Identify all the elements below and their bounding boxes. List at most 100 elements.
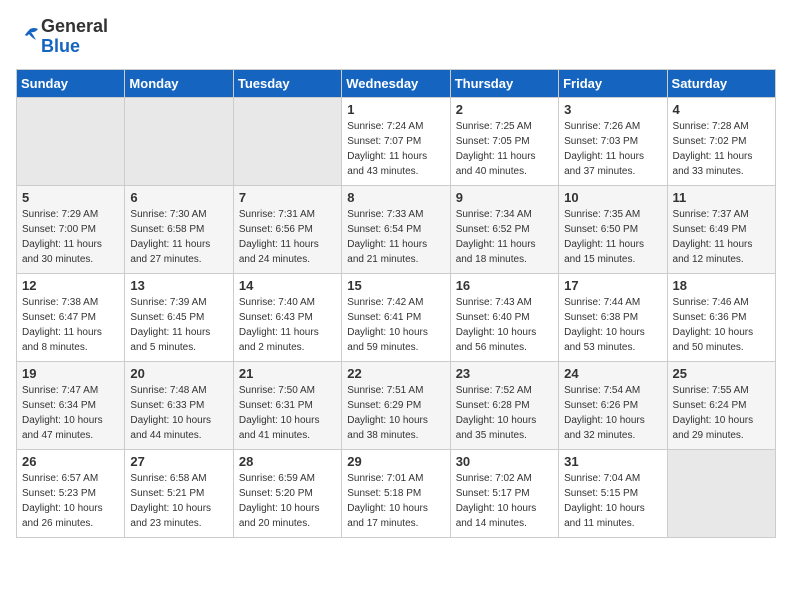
day-info: Sunrise: 6:58 AMSunset: 5:21 PMDaylight:… xyxy=(130,471,227,531)
logo: General Blue xyxy=(16,16,108,57)
calendar-cell: 3 Sunrise: 7:26 AMSunset: 7:03 PMDaylight… xyxy=(559,98,667,186)
calendar-cell: 22 Sunrise: 7:51 AMSunset: 6:29 PMDayligh… xyxy=(342,362,450,450)
day-number: 6 xyxy=(130,190,227,205)
day-info: Sunrise: 6:59 AMSunset: 5:20 PMDaylight:… xyxy=(239,471,336,531)
calendar-cell: 28 Sunrise: 6:59 AMSunset: 5:20 PMDayligh… xyxy=(233,450,341,538)
calendar-week-row: 5 Sunrise: 7:29 AMSunset: 7:00 PMDaylight… xyxy=(17,186,776,274)
logo-bird-icon xyxy=(16,26,38,48)
day-number: 14 xyxy=(239,278,336,293)
day-info: Sunrise: 7:24 AMSunset: 7:07 PMDaylight:… xyxy=(347,119,444,179)
calendar-cell xyxy=(233,98,341,186)
calendar-cell: 15 Sunrise: 7:42 AMSunset: 6:41 PMDayligh… xyxy=(342,274,450,362)
day-info: Sunrise: 7:25 AMSunset: 7:05 PMDaylight:… xyxy=(456,119,553,179)
logo-container: General Blue xyxy=(16,16,108,57)
calendar-cell: 31Sunrise: 7:04 AMSunset: 5:15 PMDayligh… xyxy=(559,450,667,538)
calendar-cell: 26 Sunrise: 6:57 AMSunset: 5:23 PMDayligh… xyxy=(17,450,125,538)
day-number: 23 xyxy=(456,366,553,381)
day-info: Sunrise: 7:42 AMSunset: 6:41 PMDaylight:… xyxy=(347,295,444,355)
day-number: 18 xyxy=(673,278,770,293)
day-info: Sunrise: 7:51 AMSunset: 6:29 PMDaylight:… xyxy=(347,383,444,443)
day-info: Sunrise: 7:33 AMSunset: 6:54 PMDaylight:… xyxy=(347,207,444,267)
calendar-cell: 7 Sunrise: 7:31 AMSunset: 6:56 PMDaylight… xyxy=(233,186,341,274)
calendar-cell: 17 Sunrise: 7:44 AMSunset: 6:38 PMDayligh… xyxy=(559,274,667,362)
day-number: 22 xyxy=(347,366,444,381)
day-info: Sunrise: 7:40 AMSunset: 6:43 PMDaylight:… xyxy=(239,295,336,355)
weekday-header-monday: Monday xyxy=(125,70,233,98)
day-number: 29 xyxy=(347,454,444,469)
weekday-header-saturday: Saturday xyxy=(667,70,775,98)
calendar-week-row: 19 Sunrise: 7:47 AMSunset: 6:34 PMDayligh… xyxy=(17,362,776,450)
day-info: Sunrise: 6:57 AMSunset: 5:23 PMDaylight:… xyxy=(22,471,119,531)
weekday-header-row: SundayMondayTuesdayWednesdayThursdayFrid… xyxy=(17,70,776,98)
logo-blue-text: Blue xyxy=(41,36,80,56)
day-number: 12 xyxy=(22,278,119,293)
weekday-header-thursday: Thursday xyxy=(450,70,558,98)
calendar-cell: 20Sunrise: 7:48 AMSunset: 6:33 PMDayligh… xyxy=(125,362,233,450)
page-header: General Blue xyxy=(16,16,776,57)
day-number: 27 xyxy=(130,454,227,469)
calendar-cell: 25 Sunrise: 7:55 AMSunset: 6:24 PMDayligh… xyxy=(667,362,775,450)
calendar-cell: 21 Sunrise: 7:50 AMSunset: 6:31 PMDayligh… xyxy=(233,362,341,450)
calendar-table: SundayMondayTuesdayWednesdayThursdayFrid… xyxy=(16,69,776,538)
day-number: 2 xyxy=(456,102,553,117)
calendar-cell: 16 Sunrise: 7:43 AMSunset: 6:40 PMDayligh… xyxy=(450,274,558,362)
weekday-header-tuesday: Tuesday xyxy=(233,70,341,98)
day-number: 17 xyxy=(564,278,661,293)
day-number: 10 xyxy=(564,190,661,205)
calendar-cell: 1Sunrise: 7:24 AMSunset: 7:07 PMDaylight… xyxy=(342,98,450,186)
calendar-cell: 14 Sunrise: 7:40 AMSunset: 6:43 PMDayligh… xyxy=(233,274,341,362)
day-info: Sunrise: 7:02 AMSunset: 5:17 PMDaylight:… xyxy=(456,471,553,531)
calendar-cell xyxy=(667,450,775,538)
day-info: Sunrise: 7:43 AMSunset: 6:40 PMDaylight:… xyxy=(456,295,553,355)
day-number: 5 xyxy=(22,190,119,205)
calendar-cell: 6Sunrise: 7:30 AMSunset: 6:58 PMDaylight… xyxy=(125,186,233,274)
day-number: 19 xyxy=(22,366,119,381)
calendar-cell: 9 Sunrise: 7:34 AMSunset: 6:52 PMDaylight… xyxy=(450,186,558,274)
weekday-header-wednesday: Wednesday xyxy=(342,70,450,98)
day-number: 16 xyxy=(456,278,553,293)
day-number: 31 xyxy=(564,454,661,469)
day-info: Sunrise: 7:46 AMSunset: 6:36 PMDaylight:… xyxy=(673,295,770,355)
calendar-cell: 27 Sunrise: 6:58 AMSunset: 5:21 PMDayligh… xyxy=(125,450,233,538)
day-number: 7 xyxy=(239,190,336,205)
day-info: Sunrise: 7:26 AMSunset: 7:03 PMDaylight:… xyxy=(564,119,661,179)
calendar-cell: 19 Sunrise: 7:47 AMSunset: 6:34 PMDayligh… xyxy=(17,362,125,450)
day-info: Sunrise: 7:55 AMSunset: 6:24 PMDaylight:… xyxy=(673,383,770,443)
day-number: 3 xyxy=(564,102,661,117)
day-info: Sunrise: 7:29 AMSunset: 7:00 PMDaylight:… xyxy=(22,207,119,267)
day-info: Sunrise: 7:54 AMSunset: 6:26 PMDaylight:… xyxy=(564,383,661,443)
calendar-cell: 24 Sunrise: 7:54 AMSunset: 6:26 PMDayligh… xyxy=(559,362,667,450)
day-number: 11 xyxy=(673,190,770,205)
day-number: 25 xyxy=(673,366,770,381)
day-number: 21 xyxy=(239,366,336,381)
weekday-header-friday: Friday xyxy=(559,70,667,98)
day-number: 26 xyxy=(22,454,119,469)
day-number: 13 xyxy=(130,278,227,293)
calendar-cell: 12Sunrise: 7:38 AMSunset: 6:47 PMDayligh… xyxy=(17,274,125,362)
day-number: 15 xyxy=(347,278,444,293)
day-number: 9 xyxy=(456,190,553,205)
day-number: 30 xyxy=(456,454,553,469)
day-info: Sunrise: 7:47 AMSunset: 6:34 PMDaylight:… xyxy=(22,383,119,443)
calendar-cell xyxy=(17,98,125,186)
day-info: Sunrise: 7:37 AMSunset: 6:49 PMDaylight:… xyxy=(673,207,770,267)
day-info: Sunrise: 7:39 AMSunset: 6:45 PMDaylight:… xyxy=(130,295,227,355)
calendar-cell: 30 Sunrise: 7:02 AMSunset: 5:17 PMDayligh… xyxy=(450,450,558,538)
day-info: Sunrise: 7:52 AMSunset: 6:28 PMDaylight:… xyxy=(456,383,553,443)
day-info: Sunrise: 7:01 AMSunset: 5:18 PMDaylight:… xyxy=(347,471,444,531)
day-info: Sunrise: 7:34 AMSunset: 6:52 PMDaylight:… xyxy=(456,207,553,267)
logo-general-text: General xyxy=(41,16,108,36)
day-info: Sunrise: 7:28 AMSunset: 7:02 PMDaylight:… xyxy=(673,119,770,179)
day-number: 24 xyxy=(564,366,661,381)
calendar-cell: 5 Sunrise: 7:29 AMSunset: 7:00 PMDaylight… xyxy=(17,186,125,274)
day-number: 20 xyxy=(130,366,227,381)
day-info: Sunrise: 7:31 AMSunset: 6:56 PMDaylight:… xyxy=(239,207,336,267)
calendar-cell: 13 Sunrise: 7:39 AMSunset: 6:45 PMDayligh… xyxy=(125,274,233,362)
calendar-cell: 29 Sunrise: 7:01 AMSunset: 5:18 PMDayligh… xyxy=(342,450,450,538)
day-number: 28 xyxy=(239,454,336,469)
calendar-cell xyxy=(125,98,233,186)
day-info: Sunrise: 7:35 AMSunset: 6:50 PMDaylight:… xyxy=(564,207,661,267)
calendar-cell: 8Sunrise: 7:33 AMSunset: 6:54 PMDaylight… xyxy=(342,186,450,274)
day-info: Sunrise: 7:50 AMSunset: 6:31 PMDaylight:… xyxy=(239,383,336,443)
day-info: Sunrise: 7:44 AMSunset: 6:38 PMDaylight:… xyxy=(564,295,661,355)
